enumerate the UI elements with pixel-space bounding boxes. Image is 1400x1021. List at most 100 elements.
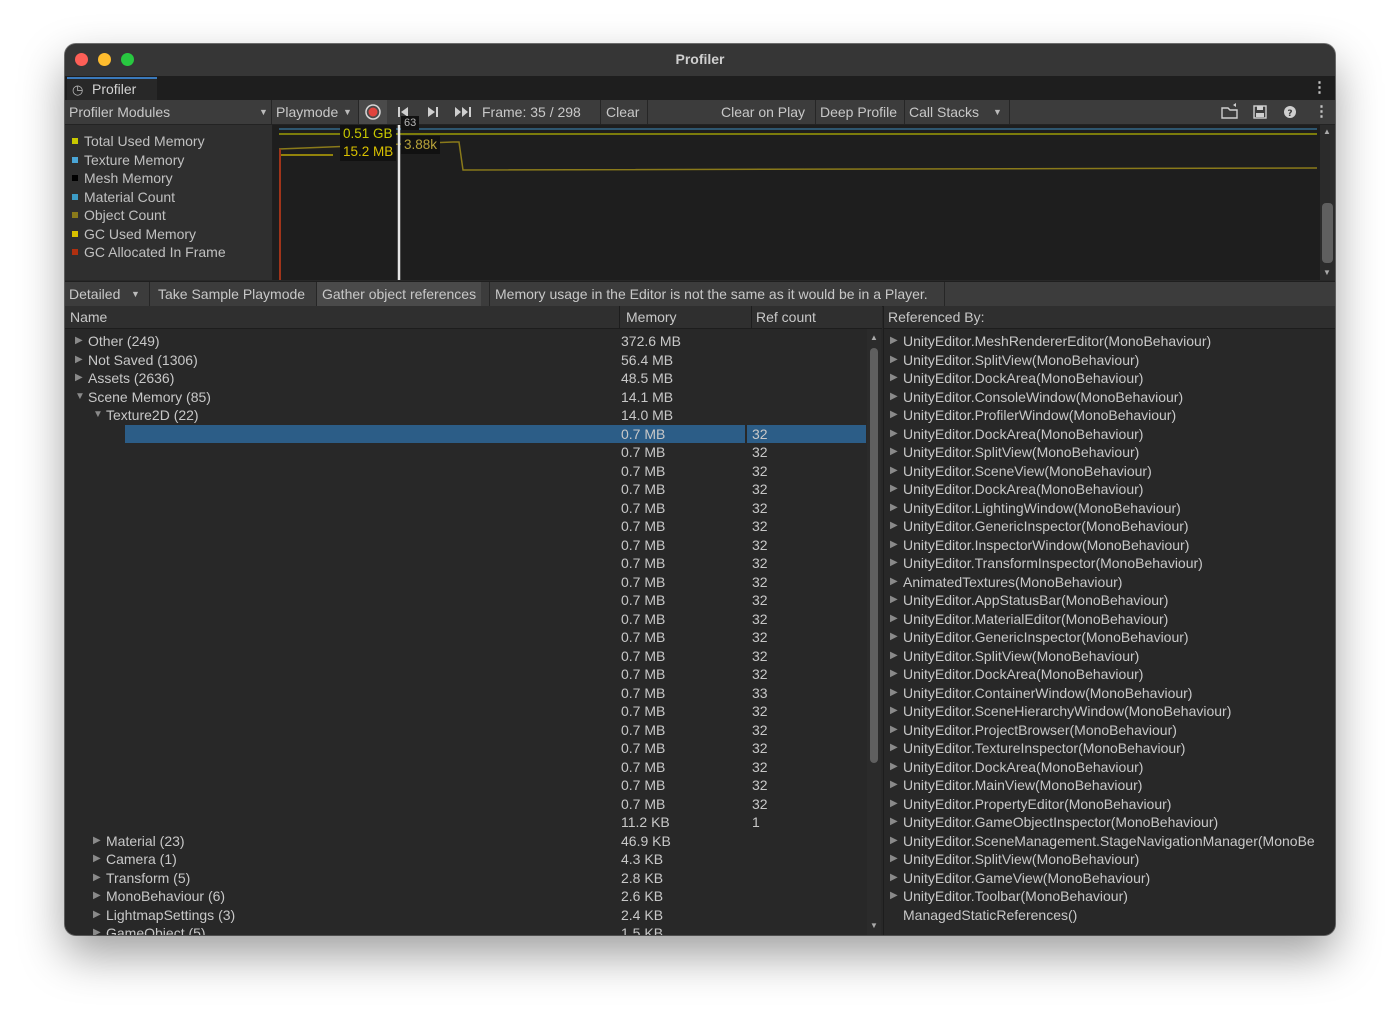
reference-item[interactable]: ▶ UnityEditor.ConsoleWindow(MonoBehaviour… (884, 388, 1335, 406)
collapsed-arrow-icon[interactable]: ▶ (890, 795, 898, 813)
clear-on-play-toggle[interactable]: Clear on Play (715, 100, 817, 124)
table-row[interactable]: 0.7 MB 32 (65, 702, 865, 720)
reference-item[interactable]: ▶ UnityEditor.SceneManagement.StageNaviga… (884, 832, 1335, 850)
table-row[interactable]: 0.7 MB 32 (65, 573, 865, 591)
collapsed-arrow-icon[interactable]: ▶ (890, 832, 898, 850)
table-row[interactable]: ▶ Not Saved (1306) 56.4 MB (65, 351, 865, 369)
deep-profile-toggle[interactable]: Deep Profile (820, 100, 897, 124)
reference-item[interactable]: ▶ UnityEditor.PropertyEditor(MonoBehaviou… (884, 795, 1335, 813)
collapsed-arrow-icon[interactable]: ▶ (93, 924, 101, 935)
reference-item[interactable]: ▶ UnityEditor.MeshRendererEditor(MonoBeha… (884, 332, 1335, 350)
table-row[interactable]: 11.2 KB 1 (65, 813, 865, 831)
load-button[interactable] (1217, 100, 1243, 124)
reference-item[interactable]: ▶ UnityEditor.GenericInspector(MonoBehavi… (884, 628, 1335, 646)
reference-item[interactable]: ▶ UnityEditor.MaterialEditor(MonoBehaviou… (884, 610, 1335, 628)
window-menu-kebab-icon[interactable]: ⋮ (1312, 78, 1327, 96)
table-row[interactable]: ▶ LightmapSettings (3) 2.4 KB (65, 906, 865, 924)
chart-scrollbar[interactable]: ▲ ▼ (1320, 125, 1335, 280)
collapsed-arrow-icon[interactable]: ▶ (93, 869, 101, 887)
table-row[interactable]: 0.7 MB 32 (65, 610, 865, 628)
collapsed-arrow-icon[interactable]: ▶ (93, 906, 101, 924)
reference-item[interactable]: ▶ UnityEditor.DockArea(MonoBehaviour) (884, 425, 1335, 443)
chart-scroll-thumb[interactable] (1322, 203, 1333, 263)
reference-item[interactable]: ▶ UnityEditor.DockArea(MonoBehaviour) (884, 369, 1335, 387)
collapsed-arrow-icon[interactable]: ▶ (890, 499, 898, 517)
playmode-dropdown[interactable]: Playmode ▼ (276, 100, 356, 124)
collapsed-arrow-icon[interactable]: ▶ (890, 647, 898, 665)
table-row[interactable]: 0.7 MB 32 (65, 462, 865, 480)
collapsed-arrow-icon[interactable]: ▶ (890, 554, 898, 572)
tab-profiler[interactable]: ◷ Profiler (67, 77, 157, 100)
collapsed-arrow-icon[interactable]: ▶ (890, 721, 898, 739)
table-row[interactable]: 0.7 MB 32 (65, 480, 865, 498)
scroll-down-icon[interactable]: ▼ (870, 921, 878, 930)
collapsed-arrow-icon[interactable]: ▶ (890, 628, 898, 646)
table-row[interactable]: 0.7 MB 32 (65, 795, 865, 813)
collapsed-arrow-icon[interactable]: ▶ (890, 425, 898, 443)
collapsed-arrow-icon[interactable]: ▶ (890, 813, 898, 831)
reference-item[interactable]: ▶ UnityEditor.DockArea(MonoBehaviour) (884, 758, 1335, 776)
collapsed-arrow-icon[interactable]: ▶ (890, 480, 898, 498)
table-row[interactable]: 0.7 MB 32 (65, 517, 865, 535)
table-row[interactable]: 0.7 MB 32 (65, 591, 865, 609)
collapsed-arrow-icon[interactable]: ▶ (890, 684, 898, 702)
collapsed-arrow-icon[interactable]: ▶ (75, 332, 83, 350)
table-row[interactable]: 0.7 MB 32 (65, 499, 865, 517)
reference-item[interactable]: ▶ UnityEditor.TextureInspector(MonoBehavi… (884, 739, 1335, 757)
collapsed-arrow-icon[interactable]: ▶ (890, 443, 898, 461)
gather-references-toggle[interactable]: Gather object references (317, 282, 482, 306)
table-row[interactable]: ▶ Material (23) 46.9 KB (65, 832, 865, 850)
help-button[interactable]: ? (1277, 100, 1303, 124)
profiler-modules-dropdown[interactable]: Profiler Modules ▼ (69, 100, 269, 124)
table-row[interactable]: 0.7 MB 32 (65, 776, 865, 794)
table-row[interactable]: 0.7 MB 32 (65, 536, 865, 554)
table-scrollbar[interactable]: ▲ ▼ (867, 329, 881, 935)
clear-button[interactable]: Clear (606, 100, 639, 124)
reference-item[interactable]: ▶ UnityEditor.ProjectBrowser(MonoBehaviou… (884, 721, 1335, 739)
reference-item[interactable]: ▶ UnityEditor.ProfilerWindow(MonoBehaviou… (884, 406, 1335, 424)
reference-item[interactable]: ▶ UnityEditor.GameView(MonoBehaviour) (884, 869, 1335, 887)
reference-item[interactable]: ManagedStaticReferences() (884, 906, 1335, 924)
collapsed-arrow-icon[interactable]: ▶ (890, 739, 898, 757)
take-sample-button[interactable]: Take Sample Playmode (158, 282, 305, 306)
table-row[interactable]: 0.7 MB 32 (65, 554, 865, 572)
expanded-arrow-icon[interactable]: ▼ (93, 406, 103, 424)
collapsed-arrow-icon[interactable]: ▶ (890, 332, 898, 350)
table-row[interactable]: 0.7 MB 32 (65, 665, 865, 683)
call-stacks-dropdown-chevron-icon[interactable]: ▼ (993, 100, 1007, 124)
collapsed-arrow-icon[interactable]: ▶ (890, 776, 898, 794)
reference-item[interactable]: ▶ UnityEditor.SplitView(MonoBehaviour) (884, 443, 1335, 461)
column-header-ref-count[interactable]: Ref count (756, 306, 816, 328)
reference-item[interactable]: ▶ UnityEditor.SceneHierarchyWindow(MonoBe… (884, 702, 1335, 720)
table-row[interactable]: ▶ Other (249) 372.6 MB (65, 332, 865, 350)
reference-item[interactable]: ▶ UnityEditor.AppStatusBar(MonoBehaviour) (884, 591, 1335, 609)
scroll-down-icon[interactable]: ▼ (1323, 268, 1331, 277)
reference-item[interactable]: ▶ UnityEditor.ContainerWindow(MonoBehavio… (884, 684, 1335, 702)
next-frame-button[interactable] (421, 100, 445, 124)
collapsed-arrow-icon[interactable]: ▶ (890, 388, 898, 406)
table-row[interactable]: 0.7 MB 32 (65, 721, 865, 739)
reference-item[interactable]: ▶ UnityEditor.TransformInspector(MonoBeha… (884, 554, 1335, 572)
scroll-up-icon[interactable]: ▲ (1323, 127, 1331, 136)
collapsed-arrow-icon[interactable]: ▶ (890, 758, 898, 776)
collapsed-arrow-icon[interactable]: ▶ (890, 517, 898, 535)
scroll-up-icon[interactable]: ▲ (870, 333, 878, 342)
reference-item[interactable]: ▶ UnityEditor.DockArea(MonoBehaviour) (884, 480, 1335, 498)
toolbar-menu-kebab-icon[interactable]: ⋮ (1314, 102, 1329, 120)
collapsed-arrow-icon[interactable]: ▶ (890, 869, 898, 887)
collapsed-arrow-icon[interactable]: ▶ (890, 573, 898, 591)
collapsed-arrow-icon[interactable]: ▶ (890, 591, 898, 609)
current-frame-button[interactable] (451, 100, 477, 124)
collapsed-arrow-icon[interactable]: ▶ (890, 702, 898, 720)
reference-item[interactable]: ▶ UnityEditor.SplitView(MonoBehaviour) (884, 850, 1335, 868)
table-row[interactable]: ▼ Texture2D (22) 14.0 MB (65, 406, 865, 424)
reference-item[interactable]: ▶ UnityEditor.SceneView(MonoBehaviour) (884, 462, 1335, 480)
table-row[interactable]: ▶ Camera (1) 4.3 KB (65, 850, 865, 868)
collapsed-arrow-icon[interactable]: ▶ (890, 369, 898, 387)
table-scroll-thumb[interactable] (870, 348, 878, 763)
reference-item[interactable]: ▶ AnimatedTextures(MonoBehaviour) (884, 573, 1335, 591)
save-button[interactable] (1247, 100, 1273, 124)
table-row[interactable]: 0.7 MB 32 (65, 425, 865, 443)
collapsed-arrow-icon[interactable]: ▶ (890, 536, 898, 554)
reference-item[interactable]: ▶ UnityEditor.InspectorWindow(MonoBehavio… (884, 536, 1335, 554)
